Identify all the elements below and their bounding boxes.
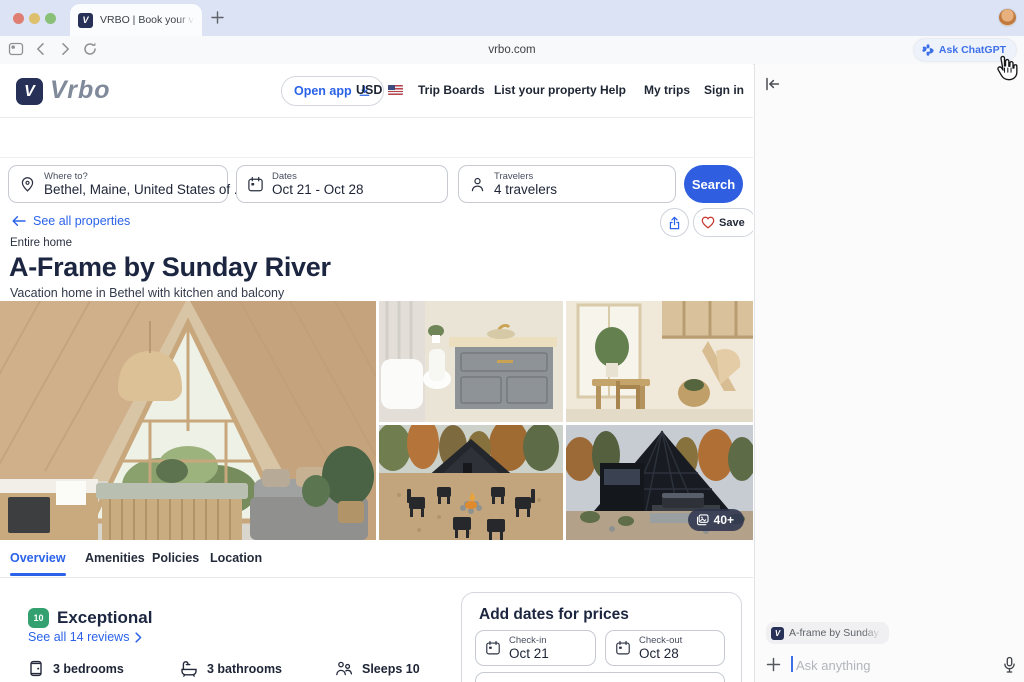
where-label: Where to? [44, 171, 245, 182]
bathrooms-icon [180, 660, 198, 677]
ask-chatgpt-button[interactable]: Ask ChatGPT [914, 39, 1016, 61]
browser-tab[interactable]: V VRBO | Book your vaca [70, 4, 202, 36]
calendar-icon [615, 640, 631, 656]
booking-travelers-field[interactable]: Travelers [475, 672, 725, 682]
rating-score-badge: 10 [28, 608, 49, 628]
browser-tab-strip: V VRBO | Book your vaca [0, 0, 1024, 36]
photo-exterior[interactable]: 40+ [566, 425, 753, 540]
checkin-field[interactable]: Check-in Oct 21 [475, 630, 596, 666]
sleeps-icon [335, 660, 353, 677]
photo-bathroom[interactable] [379, 301, 563, 422]
checkout-label: Check-out [639, 635, 682, 646]
chat-input[interactable]: Ask anything [755, 652, 1024, 682]
traveler-icon [469, 176, 486, 193]
calendar-icon [247, 176, 264, 193]
where-value: Bethel, Maine, United States of ... [44, 182, 245, 197]
rating-text: Exceptional [57, 608, 152, 628]
travelers-label: Travelers [494, 171, 557, 182]
bedrooms-icon [28, 660, 44, 677]
address-bar[interactable]: vrbo.com [0, 36, 1024, 64]
profile-avatar[interactable] [999, 9, 1016, 26]
nav-my-trips[interactable]: My trips [644, 83, 690, 97]
nav-sign-in[interactable]: Sign in [704, 83, 744, 97]
browser-toolbar: vrbo.com Ask ChatGPT [0, 36, 1024, 65]
dates-field[interactable]: Dates Oct 21 - Oct 28 [236, 165, 448, 203]
ask-chatgpt-label: Ask ChatGPT [939, 44, 1006, 56]
booking-card: Add dates for prices Check-in Oct 21 Che… [461, 592, 742, 682]
chatgpt-logo-icon [922, 44, 934, 56]
url-text: vrbo.com [488, 44, 535, 56]
photo-main-interior[interactable] [0, 301, 376, 540]
us-flag-icon [388, 85, 403, 95]
header-divider [0, 117, 753, 118]
section-divider [0, 157, 753, 158]
new-tab-button[interactable] [210, 10, 225, 30]
checkout-field[interactable]: Check-out Oct 28 [605, 630, 725, 666]
mic-icon[interactable] [1003, 656, 1016, 674]
search-button[interactable]: Search [684, 165, 743, 203]
fact-sleeps: Sleeps 10 [335, 660, 420, 677]
photo-dining-nook[interactable] [566, 301, 753, 422]
listing-subtitle: Vacation home in Bethel with kitchen and… [10, 286, 284, 300]
tab-amenities[interactable]: Amenities [85, 551, 145, 565]
travelers-value: 4 travelers [494, 182, 557, 197]
listing-tab-bar: Overview Amenities Policies Location [0, 548, 753, 578]
calendar-icon [485, 640, 501, 656]
chevron-right-icon [135, 632, 142, 643]
checkin-value: Oct 21 [509, 646, 549, 661]
context-chip[interactable]: V A-frame by Sunday R [766, 622, 889, 644]
vrbo-page: V Vrbo Open app USD Trip Boards List you… [0, 64, 753, 682]
reviews-link[interactable]: See all 14 reviews [28, 630, 142, 644]
context-chip-label: A-frame by Sunday R [789, 627, 881, 639]
tab-location[interactable]: Location [210, 551, 262, 565]
nav-list-your-property[interactable]: List your property [494, 83, 597, 97]
tab-policies[interactable]: Policies [152, 551, 199, 565]
where-field[interactable]: Where to? Bethel, Maine, United States o… [8, 165, 228, 203]
browser-window: V VRBO | Book your vaca vrbo.com Ask Cha… [0, 0, 1024, 682]
collapse-panel-icon[interactable] [765, 77, 780, 91]
arrow-left-icon [12, 215, 26, 227]
open-app-label: Open app [294, 84, 352, 98]
share-icon [668, 216, 681, 230]
see-all-properties-link[interactable]: See all properties [12, 214, 130, 228]
vrbo-favicon: V [78, 13, 93, 28]
photo-gallery: 40+ [0, 301, 753, 540]
tab-title: VRBO | Book your vaca [100, 14, 194, 26]
chatgpt-panel: V A-frame by Sunday R Ask anything [754, 64, 1024, 682]
save-button[interactable]: Save [693, 208, 753, 237]
photos-icon [696, 514, 709, 526]
text-cursor [791, 656, 793, 672]
currency-selector[interactable]: USD [356, 83, 403, 97]
fact-bedrooms: 3 bedrooms [28, 660, 124, 677]
attach-plus-icon[interactable] [766, 657, 781, 672]
property-type: Entire home [10, 237, 72, 249]
vrbo-wordmark[interactable]: Vrbo [50, 76, 111, 105]
vrbo-logo[interactable]: V [16, 78, 43, 105]
photo-firepit[interactable] [379, 425, 563, 540]
nav-trip-boards[interactable]: Trip Boards [418, 83, 485, 97]
chat-placeholder: Ask anything [796, 658, 870, 673]
travelers-field[interactable]: Travelers 4 travelers [458, 165, 676, 203]
dates-value: Oct 21 - Oct 28 [272, 182, 364, 197]
zoom-window-button[interactable] [45, 13, 56, 24]
tab-overview[interactable]: Overview [10, 551, 66, 565]
listing-title: A-Frame by Sunday River [9, 252, 331, 283]
fact-bathrooms: 3 bathrooms [180, 660, 282, 677]
nav-help[interactable]: Help [600, 83, 626, 97]
share-button[interactable] [660, 208, 689, 237]
dates-label: Dates [272, 171, 364, 182]
vrbo-favicon: V [771, 627, 784, 640]
checkout-value: Oct 28 [639, 646, 682, 661]
minimize-window-button[interactable] [29, 13, 40, 24]
more-photos-badge[interactable]: 40+ [688, 509, 744, 531]
location-pin-icon [19, 176, 36, 193]
close-window-button[interactable] [13, 13, 24, 24]
checkin-label: Check-in [509, 635, 549, 646]
booking-title: Add dates for prices [479, 606, 629, 624]
heart-icon [701, 216, 715, 229]
